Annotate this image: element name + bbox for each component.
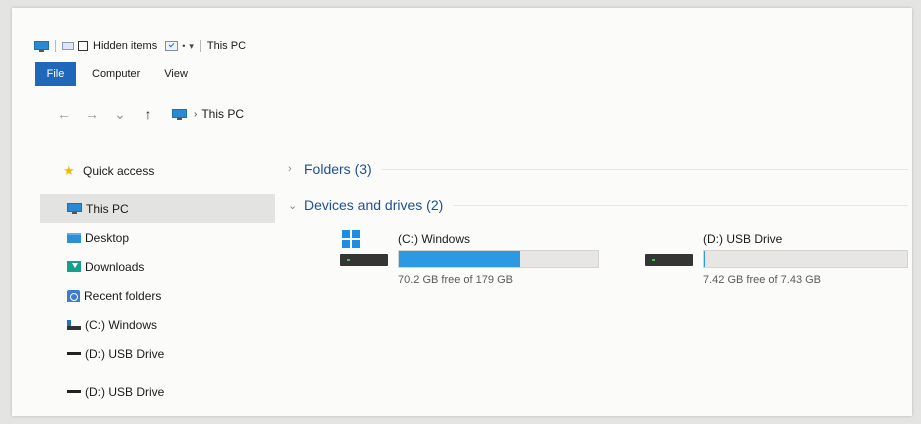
drive-name: (D:) USB Drive	[703, 232, 783, 246]
chevron-down-icon[interactable]: ⌄	[288, 199, 304, 212]
drive-usage-bar	[703, 250, 908, 268]
sidebar-item-desktop[interactable]: Desktop	[40, 223, 275, 252]
group-label[interactable]: Devices and drives (2)	[304, 197, 443, 213]
toolbar-separator	[55, 40, 56, 52]
sidebar-item-label: This PC	[86, 201, 129, 216]
sidebar-item-label: (D:) USB Drive	[85, 384, 165, 399]
group-divider	[381, 168, 908, 170]
breadcrumb[interactable]: › This PC	[172, 107, 244, 121]
recent-folders-icon	[67, 289, 80, 302]
sidebar-item-d-drive[interactable]: (D:) USB Drive	[40, 339, 275, 368]
c-drive-icon	[67, 319, 81, 330]
toolbar-separator	[199, 40, 201, 52]
windows-drive-icon	[340, 228, 388, 274]
navigation-pane: ★ Quick access This PC Desktop Downloads…	[40, 156, 275, 406]
tab-computer[interactable]: Computer	[80, 62, 152, 86]
usb-drive-icon	[645, 228, 693, 274]
sidebar-item-label: (C:) Windows	[85, 317, 158, 332]
sidebar-item-label: Quick access	[83, 163, 155, 178]
tab-file[interactable]: File	[35, 62, 76, 86]
content-pane: › Folders (3) ⌄ Devices and drives (2) (…	[288, 156, 908, 286]
tab-view[interactable]: View	[152, 62, 200, 86]
forward-button[interactable]: →	[78, 106, 106, 122]
properties-icon[interactable]	[165, 41, 179, 51]
sidebar-item-quick-access[interactable]: ★ Quick access	[40, 156, 275, 185]
hidden-items-checkbox[interactable]	[78, 41, 88, 51]
customize-qa-chevron-icon[interactable]: ▾	[189, 41, 194, 52]
sidebar-item-d-drive-root[interactable]: (D:) USB Drive	[40, 377, 275, 406]
pc-icon	[172, 108, 187, 120]
star-icon: ★	[63, 162, 75, 178]
qa-dropdown-icon[interactable]: •	[182, 41, 185, 51]
group-header-folders[interactable]: › Folders (3)	[288, 156, 908, 182]
sidebar-item-recent-folders[interactable]: Recent folders	[40, 281, 275, 310]
sidebar-item-label: Downloads	[85, 259, 145, 274]
recent-locations-button[interactable]: ⌄	[106, 106, 134, 123]
drive-usage-bar	[398, 250, 599, 268]
drive-tile-c[interactable]: (C:) Windows 70.2 GB free of 179 GB	[340, 228, 620, 286]
sidebar-item-label: Desktop	[85, 230, 130, 245]
pc-icon	[67, 203, 82, 214]
chevron-right-icon[interactable]: ›	[288, 163, 304, 175]
drive-free-space: 70.2 GB free of 179 GB	[398, 274, 513, 286]
usb-drive-icon	[67, 352, 81, 355]
sidebar-item-label: (D:) USB Drive	[85, 346, 165, 361]
breadcrumb-separator-icon[interactable]: ›	[194, 109, 197, 120]
address-bar: ← → ⌄ ↑ › This PC	[50, 104, 244, 124]
drive-name: (C:) Windows	[398, 232, 471, 246]
breadcrumb-this-pc[interactable]: This PC	[201, 107, 244, 121]
sidebar-item-downloads[interactable]: Downloads	[40, 252, 275, 281]
back-button[interactable]: ←	[50, 106, 78, 122]
downloads-folder-icon	[67, 261, 81, 272]
group-label[interactable]: Folders (3)	[304, 161, 372, 177]
window-title: This PC	[206, 40, 247, 52]
quick-access-icon[interactable]	[62, 42, 74, 50]
drive-tile-d[interactable]: (D:) USB Drive 7.42 GB free of 7.43 GB	[645, 228, 921, 286]
desktop-folder-icon	[67, 232, 81, 243]
drives-list: (C:) Windows 70.2 GB free of 179 GB (D:)…	[288, 228, 908, 288]
pc-icon	[34, 40, 49, 52]
usb-drive-icon	[67, 390, 81, 393]
group-header-devices-and-drives[interactable]: ⌄ Devices and drives (2)	[288, 192, 908, 218]
sidebar-item-c-drive[interactable]: (C:) Windows	[40, 310, 275, 339]
file-explorer-window: Hidden items • ▾ This PC File Computer V…	[12, 8, 912, 416]
group-divider	[453, 204, 908, 206]
hidden-items-label[interactable]: Hidden items	[93, 40, 157, 52]
title-bar: Hidden items • ▾ This PC	[34, 38, 246, 54]
ribbon-tabs: File Computer View	[35, 62, 200, 86]
up-button[interactable]: ↑	[134, 106, 162, 122]
sidebar-item-label: Recent folders	[84, 288, 162, 303]
sidebar-item-this-pc[interactable]: This PC	[40, 194, 275, 223]
drive-free-space: 7.42 GB free of 7.43 GB	[703, 274, 822, 286]
